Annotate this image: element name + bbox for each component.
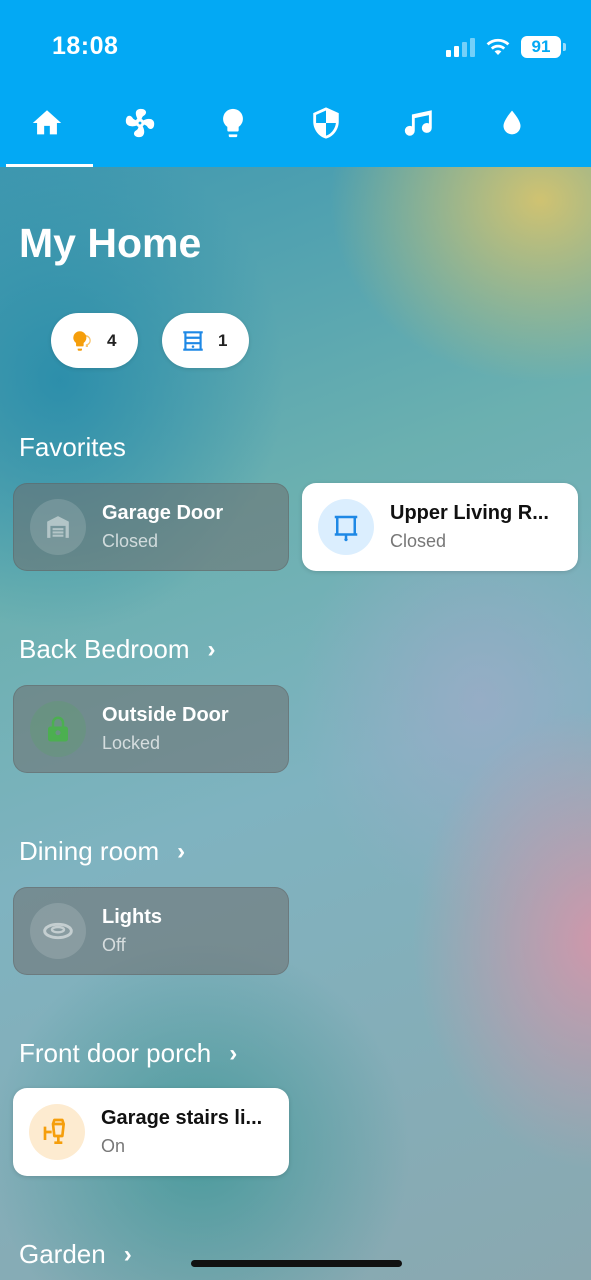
blind-icon (318, 499, 374, 555)
section-title-front-door-porch: Front door porch (19, 1038, 212, 1068)
lights-count: 4 (107, 330, 117, 350)
status-icons: 91 (446, 36, 566, 58)
card-state: Off (102, 935, 126, 955)
music-icon (404, 110, 432, 136)
garage-icon (30, 499, 86, 555)
card-name: Outside Door (102, 704, 229, 726)
card-upper-living-room[interactable]: Upper Living R... Closed (302, 483, 578, 571)
card-state: On (101, 1136, 126, 1156)
outdoor-lamp-icon (29, 1104, 85, 1160)
section-back-bedroom[interactable]: Back Bedroom › (19, 634, 216, 665)
home-indicator[interactable] (191, 1260, 402, 1267)
tab-home[interactable] (0, 90, 93, 167)
section-title-garden: Garden (19, 1239, 106, 1269)
tab-lights[interactable] (186, 90, 279, 167)
section-front-door-porch[interactable]: Front door porch › (19, 1038, 237, 1069)
card-name: Upper Living R... (390, 502, 549, 524)
ceiling-light-icon (30, 903, 86, 959)
card-name: Lights (102, 906, 162, 928)
chevron-right-icon: › (229, 1039, 238, 1067)
tab-security[interactable] (279, 90, 372, 167)
card-state: Closed (390, 531, 447, 551)
card-dining-lights[interactable]: Lights Off (13, 887, 289, 975)
section-title-back-bedroom: Back Bedroom (19, 634, 190, 664)
lights-icon (73, 330, 91, 351)
water-drop-icon (503, 110, 520, 135)
section-dining-room[interactable]: Dining room › (19, 836, 185, 867)
blinds-summary-chip[interactable]: 1 (162, 313, 250, 368)
battery-icon: 91 (521, 36, 566, 58)
card-garage-door[interactable]: Garage Door Closed (13, 483, 289, 571)
wifi-icon (486, 38, 510, 55)
chevron-right-icon: › (123, 1240, 132, 1268)
lightbulb-icon (222, 108, 243, 138)
card-garage-stairs-light[interactable]: Garage stairs li... On (13, 1088, 289, 1176)
chevron-right-icon: › (177, 837, 186, 865)
status-time: 18:08 (52, 32, 119, 60)
tab-water[interactable] (465, 90, 558, 167)
tab-climate[interactable] (93, 90, 186, 167)
lights-summary-chip[interactable]: 4 (51, 313, 139, 368)
lock-icon (30, 701, 86, 757)
chevron-right-icon: › (207, 635, 216, 663)
tab-media[interactable] (372, 90, 465, 167)
card-state: Closed (102, 531, 159, 551)
cellular-signal-icon (446, 37, 475, 57)
card-outside-door[interactable]: Outside Door Locked (13, 685, 289, 773)
section-garden[interactable]: Garden › (19, 1239, 132, 1270)
blinds-icon (183, 330, 203, 351)
fan-icon (125, 108, 154, 138)
nav-tabs (0, 90, 591, 167)
card-name: Garage stairs li... (101, 1107, 263, 1129)
card-state: Locked (102, 733, 161, 753)
section-title-dining-room: Dining room (19, 836, 160, 866)
blinds-count: 1 (218, 330, 228, 350)
shield-icon (312, 107, 339, 139)
section-favorites: Favorites (19, 432, 126, 463)
top-app-bar: 18:08 91 (0, 0, 591, 167)
home-icon (32, 110, 61, 135)
card-name: Garage Door (102, 502, 224, 524)
page-title: My Home (19, 220, 202, 266)
section-title-favorites: Favorites (19, 432, 126, 462)
